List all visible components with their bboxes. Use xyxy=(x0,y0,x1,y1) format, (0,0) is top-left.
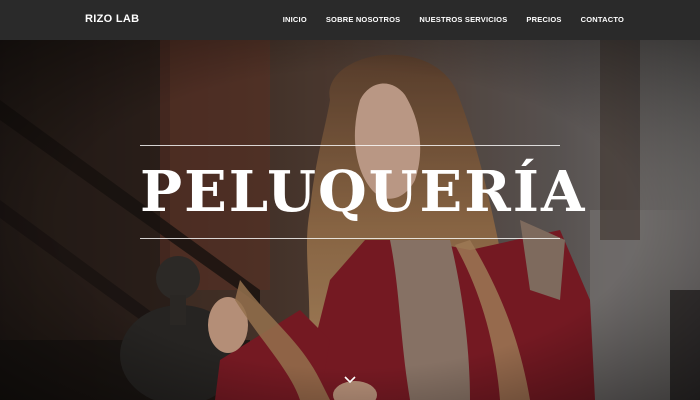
nav-link-precios[interactable]: PRECIOS xyxy=(526,15,561,24)
nav-link-inicio[interactable]: INICIO xyxy=(283,15,307,24)
main-nav: INICIO SOBRE NOSOTROS NUESTROS SERVICIOS… xyxy=(264,15,624,24)
chevron-down-icon xyxy=(344,376,356,384)
nav-link-sobre-nosotros[interactable]: SOBRE NOSOTROS xyxy=(326,15,400,24)
title-rule-bottom xyxy=(140,238,560,239)
brand-logo[interactable]: RIZO LAB xyxy=(85,13,139,25)
scroll-down-button[interactable] xyxy=(342,372,358,388)
hero-section: PELUQUERÍA xyxy=(0,40,700,400)
nav-link-nuestros-servicios[interactable]: NUESTROS SERVICIOS xyxy=(419,15,507,24)
title-rule-top xyxy=(140,145,560,146)
hero-title: PELUQUERÍA xyxy=(140,159,587,225)
hero-title-block: PELUQUERÍA xyxy=(140,145,587,240)
nav-link-contacto[interactable]: CONTACTO xyxy=(581,15,624,24)
navbar: RIZO LAB INICIO SOBRE NOSOTROS NUESTROS … xyxy=(0,0,700,40)
